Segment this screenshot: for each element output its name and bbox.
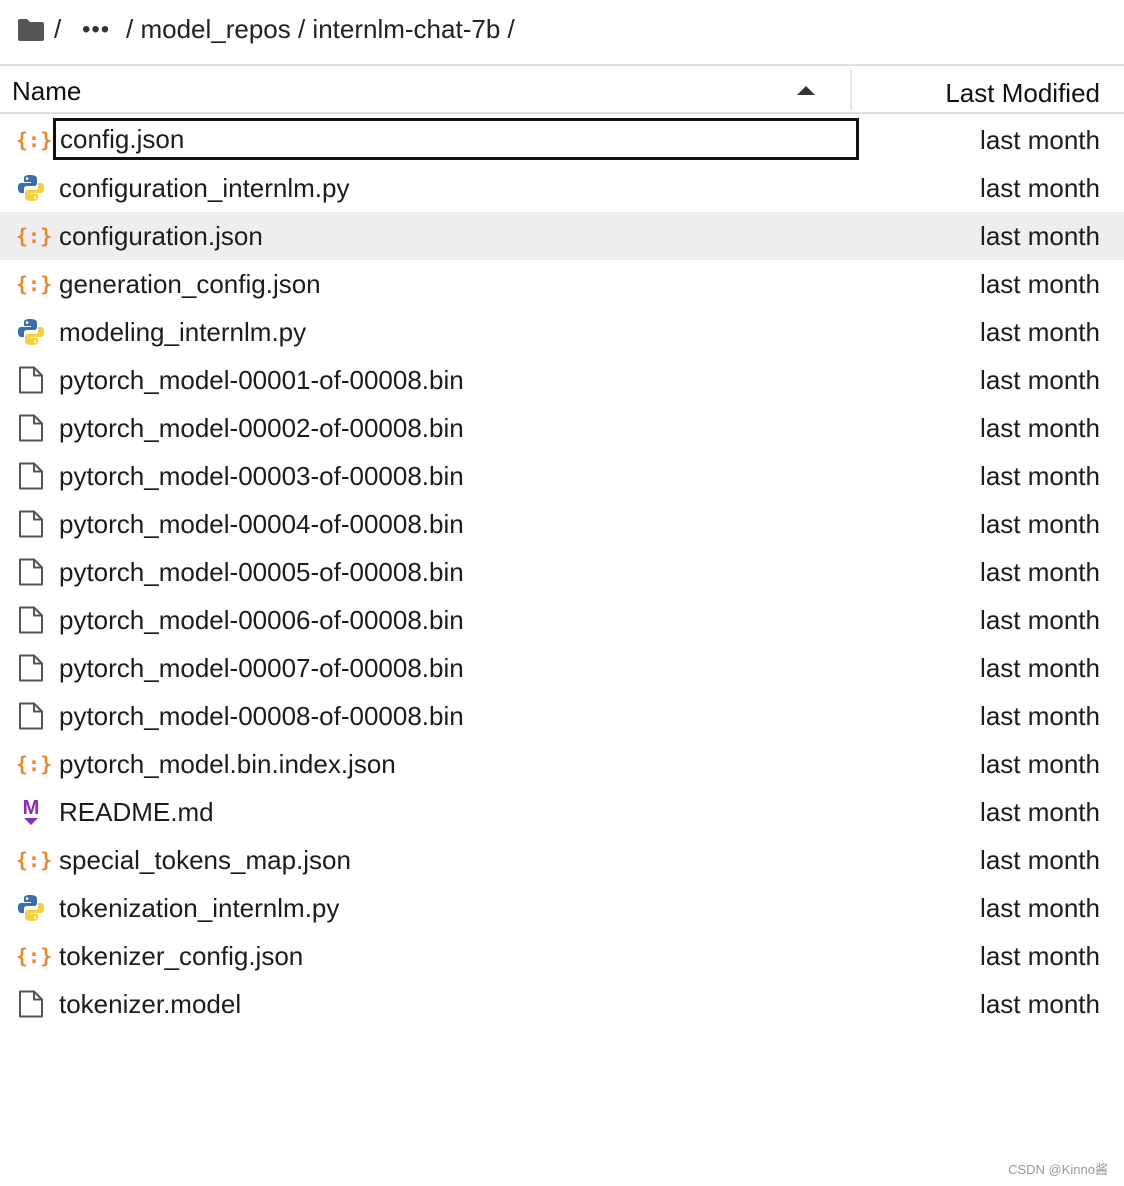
file-row[interactable]: {:} configuration.json last month [0,212,1124,260]
file-name[interactable]: tokenizer_config.json [59,941,303,972]
breadcrumb-ellipsis[interactable]: ••• [82,16,110,44]
file-last-modified: last month [980,317,1100,347]
file-row[interactable]: modeling_internlm.py last month [0,308,1124,356]
file-row[interactable]: configuration_internlm.py last month [0,164,1124,212]
json-file-icon: {:} [16,848,53,872]
file-last-modified: last month [980,557,1100,587]
folder-icon[interactable] [17,18,45,42]
json-file-icon: {:} [16,944,53,968]
file-name[interactable]: pytorch_model-00002-of-00008.bin [59,413,464,444]
file-row[interactable]: pytorch_model-00003-of-00008.bin last mon… [0,452,1124,500]
file-list-header: Name Last Modified [0,64,1124,114]
watermark: CSDN @Kinno酱 [1008,1162,1108,1177]
file-row[interactable]: pytorch_model-00002-of-00008.bin last mon… [0,404,1124,452]
json-file-icon: {:} [16,752,53,776]
file-row[interactable]: tokenization_internlm.py last month [0,884,1124,932]
file-name[interactable]: configuration.json [59,221,263,252]
file-last-modified: last month [980,845,1100,875]
file-row[interactable]: M README.md last month [0,788,1124,836]
file-last-modified: last month [980,365,1100,395]
python-file-icon [16,894,46,922]
file-last-modified: last month [980,125,1100,155]
file-name[interactable]: pytorch_model-00005-of-00008.bin [59,557,464,588]
file-name[interactable]: pytorch_model.bin.index.json [59,749,396,780]
python-file-icon [16,318,46,346]
file-row[interactable]: {:} config.json last month [0,116,1124,164]
file-name[interactable]: README.md [59,797,214,828]
file-icon [16,414,46,442]
file-name[interactable]: configuration_internlm.py [59,173,350,204]
file-last-modified: last month [980,989,1100,1019]
file-icon [16,606,46,634]
file-last-modified: last month [980,941,1100,971]
file-last-modified: last month [980,701,1100,731]
file-icon [16,462,46,490]
file-name[interactable]: pytorch_model-00001-of-00008.bin [59,365,464,396]
file-icon [16,366,46,394]
file-icon [16,702,46,730]
file-row[interactable]: {:} tokenizer_config.json last month [0,932,1124,980]
file-name[interactable]: special_tokens_map.json [59,845,351,876]
file-row[interactable]: pytorch_model-00008-of-00008.bin last mon… [0,692,1124,740]
file-row[interactable]: pytorch_model-00001-of-00008.bin last mon… [0,356,1124,404]
markdown-file-icon: M [16,797,46,826]
name-column-header[interactable]: Name [12,76,81,107]
breadcrumb-separator: / [54,14,62,44]
file-icon [16,654,46,682]
file-name[interactable]: pytorch_model-00006-of-00008.bin [59,605,464,636]
file-last-modified: last month [980,509,1100,539]
file-row[interactable]: {:} pytorch_model.bin.index.json last mont… [0,740,1124,788]
file-row[interactable]: pytorch_model-00004-of-00008.bin last mon… [0,500,1124,548]
file-icon [16,558,46,586]
file-name[interactable]: generation_config.json [59,269,321,300]
json-file-icon: {:} [16,272,53,296]
file-last-modified: last month [980,797,1100,827]
file-row[interactable]: pytorch_model-00005-of-00008.bin last mon… [0,548,1124,596]
file-last-modified: last month [980,221,1100,251]
breadcrumb-path[interactable]: / model_repos / internlm-chat-7b / [126,14,515,45]
file-list: {:} config.json last month configuration_in… [0,116,1124,1028]
file-last-modified: last month [980,413,1100,443]
file-name[interactable]: pytorch_model-00004-of-00008.bin [59,509,464,540]
svg-text:M: M [23,798,40,819]
json-file-icon: {:} [16,224,53,248]
file-name[interactable]: modeling_internlm.py [59,317,306,348]
file-row[interactable]: tokenizer.model last month [0,980,1124,1028]
file-icon [16,510,46,538]
file-last-modified: last month [980,893,1100,923]
file-name[interactable]: tokenization_internlm.py [59,893,339,924]
file-row[interactable]: {:} generation_config.json last month [0,260,1124,308]
python-file-icon [16,174,46,202]
breadcrumb: / ••• / model_repos / internlm-chat-7b / [0,0,1124,64]
rename-input[interactable]: config.json [53,118,859,160]
file-row[interactable]: {:} special_tokens_map.json last month [0,836,1124,884]
column-resize-handle[interactable] [850,70,852,110]
file-last-modified: last month [980,749,1100,779]
file-last-modified: last month [980,269,1100,299]
file-icon [16,990,46,1018]
file-row[interactable]: pytorch_model-00007-of-00008.bin last mon… [0,644,1124,692]
sort-ascending-icon[interactable] [797,86,815,95]
file-name[interactable]: pytorch_model-00008-of-00008.bin [59,701,464,732]
file-last-modified: last month [980,605,1100,635]
file-row[interactable]: pytorch_model-00006-of-00008.bin last mon… [0,596,1124,644]
file-name[interactable]: tokenizer.model [59,989,241,1020]
file-name[interactable]: pytorch_model-00003-of-00008.bin [59,461,464,492]
last-modified-column-header[interactable]: Last Modified [945,78,1100,109]
json-file-icon: {:} [16,128,53,152]
file-name[interactable]: pytorch_model-00007-of-00008.bin [59,653,464,684]
file-last-modified: last month [980,173,1100,203]
file-last-modified: last month [980,653,1100,683]
file-last-modified: last month [980,461,1100,491]
